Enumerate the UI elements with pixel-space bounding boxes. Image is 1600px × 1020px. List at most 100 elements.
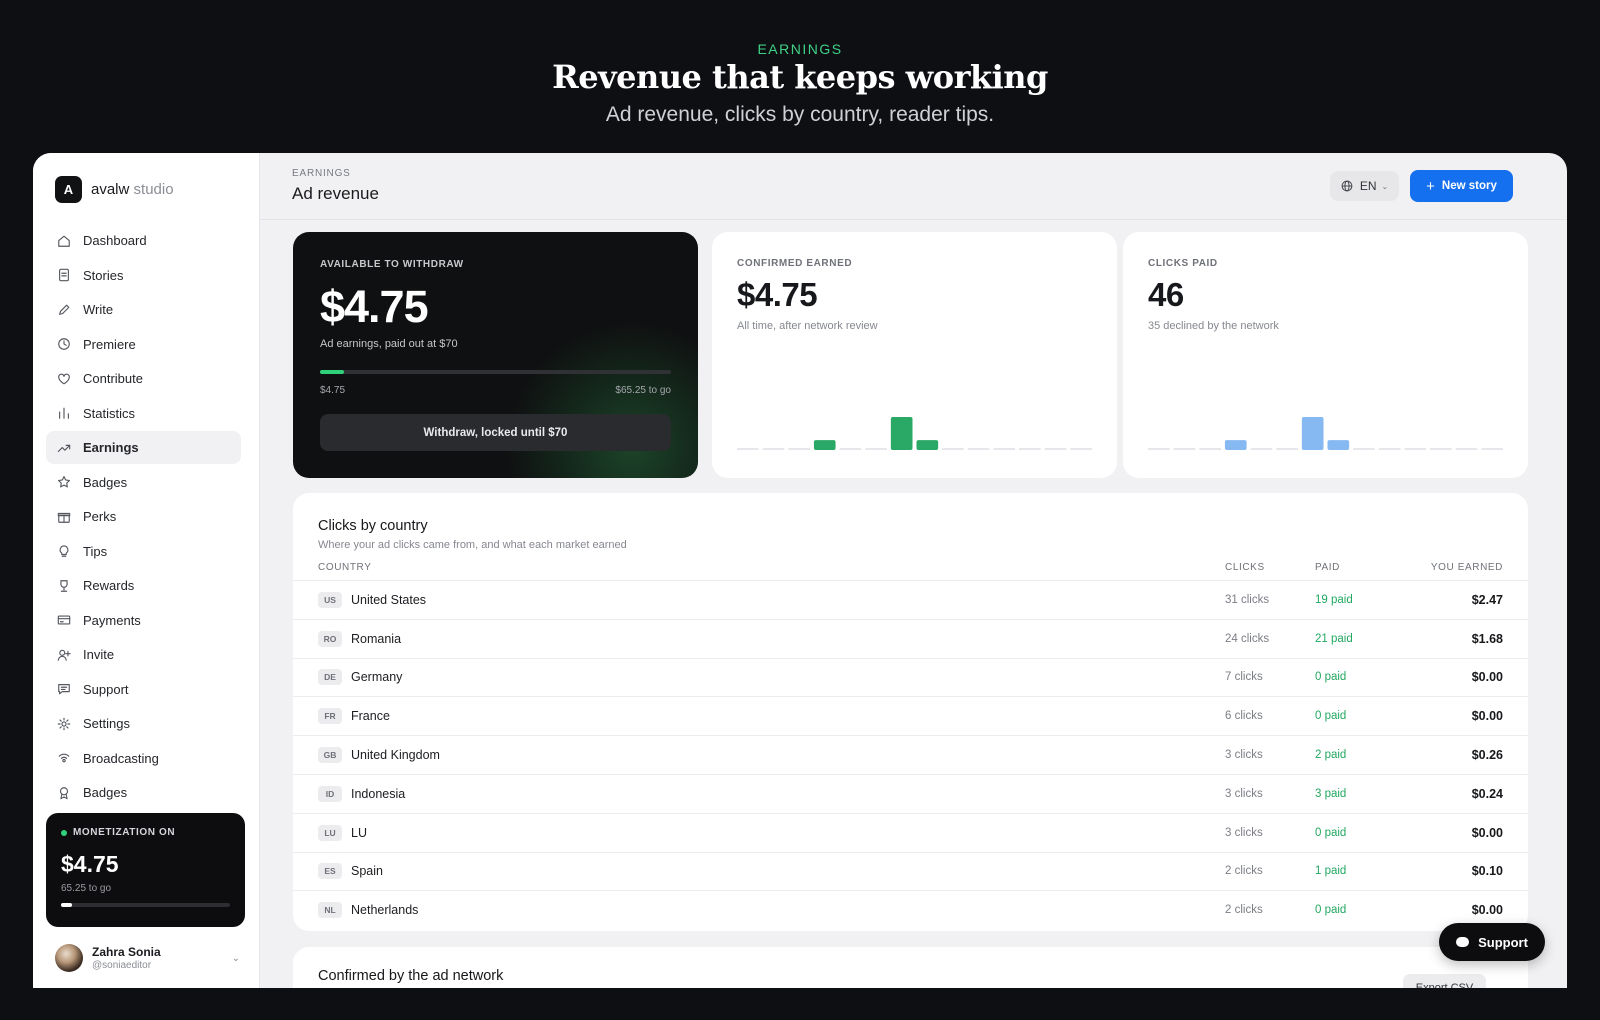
user-menu[interactable]: Zahra Sonia @soniaeditor ⌄ [55, 944, 240, 972]
table-row[interactable]: NL Netherlands 2 clicks 0 paid $0.00 [293, 890, 1528, 929]
withdraw-progress-current: $4.75 [320, 385, 346, 396]
earned-amount: $0.24 [1471, 786, 1503, 801]
sidebar-nav: Dashboard Stories Write Premiere Contribute S… [46, 224, 241, 811]
spark-baseline [1019, 448, 1041, 450]
sidebar-item-support[interactable]: Support [46, 673, 241, 706]
gift-icon [57, 510, 71, 524]
broadcast-icon [57, 751, 71, 765]
star-icon [57, 475, 71, 489]
sidebar-item-payments[interactable]: Payments [46, 604, 241, 637]
sidebar-item-rewards[interactable]: Rewards [46, 569, 241, 602]
hero-kicker: EARNINGS [757, 41, 843, 57]
sidebar-item-label: Badges [83, 474, 128, 490]
confirmed-label: CONFIRMED EARNED [737, 258, 853, 269]
sidebar-item-label: Perks [83, 509, 117, 524]
earned-amount: $0.00 [1471, 670, 1503, 685]
table-row[interactable]: US United States 31 clicks 19 paid $2.47 [293, 580, 1528, 619]
table-row[interactable]: GB United Kingdom 3 clicks 2 paid $0.26 [293, 735, 1528, 774]
monetization-remaining: 65.25 to go [61, 883, 112, 894]
monetization-status: MONETIZATION ON [61, 827, 230, 838]
paid-count: 3 paid [1315, 787, 1347, 800]
table-row[interactable]: FR France 6 clicks 0 paid $0.00 [293, 696, 1528, 735]
confirmed-sparkline [737, 417, 1092, 450]
sidebar-item-settings[interactable]: Settings [46, 707, 241, 740]
monetization-progress-bar [61, 903, 230, 907]
support-chat-button[interactable]: Support [1439, 923, 1545, 961]
column-header-paid[interactable]: PAID [1315, 562, 1340, 573]
paid-count: 0 paid [1315, 671, 1347, 684]
paid-count: 0 paid [1315, 826, 1347, 839]
monetization-label: MONETIZATION ON [73, 827, 176, 838]
sidebar-item-dashboard[interactable]: Dashboard [46, 224, 241, 257]
clicks-count: 6 clicks [1225, 710, 1263, 723]
column-header-clicks[interactable]: CLICKS [1225, 562, 1265, 573]
brand-logo: A [55, 176, 82, 203]
spark-baseline [1199, 448, 1221, 450]
sidebar-item-label: Contribute [83, 371, 143, 386]
sidebar-item-perks[interactable]: Perks [46, 500, 241, 533]
paid-count: 2 paid [1315, 749, 1347, 762]
user-name: Zahra Sonia [92, 945, 161, 959]
sidebar-item-label: Rewards [83, 578, 135, 593]
clicks-by-country-card: Clicks by country Where your ad clicks c… [293, 493, 1528, 931]
brand[interactable]: A avalw studio [55, 176, 174, 203]
sidebar-item-tips[interactable]: Tips [46, 535, 241, 568]
table-row[interactable]: RO Romania 24 clicks 21 paid $1.68 [293, 618, 1528, 658]
brand-name-suffix: studio [133, 181, 174, 198]
language-selector[interactable]: EN ⌄ [1330, 171, 1399, 201]
table-row[interactable]: LU LU 3 clicks 0 paid $0.00 [293, 812, 1528, 852]
country-code-badge: DE [318, 669, 342, 686]
country-name: France [351, 709, 390, 724]
sidebar-item-write[interactable]: Write [46, 293, 241, 326]
country-name: Spain [351, 864, 383, 879]
plus-icon: + [1426, 177, 1435, 195]
country-table-body: US United States 31 clicks 19 paid $2.47 RO Ro… [293, 580, 1528, 929]
country-name: United States [351, 592, 427, 607]
column-header-country[interactable]: COUNTRY [318, 562, 371, 573]
clicks-count: 3 clicks [1225, 749, 1263, 762]
spark-baseline [1250, 448, 1273, 450]
breadcrumb[interactable]: EARNINGS [292, 168, 351, 179]
table-row[interactable]: ID Indonesia 3 clicks 3 paid $0.24 [293, 773, 1528, 813]
withdraw-button[interactable]: Withdraw, locked until $70 [320, 414, 671, 451]
spark-baseline [967, 448, 990, 450]
sidebar-item-contribute[interactable]: Contribute [46, 362, 241, 395]
country-name: LU [351, 825, 367, 840]
sidebar-item-broadcasting[interactable]: Broadcasting [46, 742, 241, 775]
earned-amount: $0.00 [1471, 903, 1503, 918]
clock-icon [57, 337, 71, 351]
sidebar-item-invite[interactable]: Invite [46, 638, 241, 671]
sidebar-item-label: Payments [83, 612, 141, 628]
decorative-glow [507, 323, 698, 478]
withdraw-label: AVAILABLE TO WITHDRAW [320, 259, 464, 270]
confirmed-earned-card: CONFIRMED EARNED $4.75 All time, after n… [712, 232, 1117, 478]
sidebar-item-premiere[interactable]: Premiere [46, 328, 241, 361]
gear-icon [57, 717, 71, 731]
support-label: Support [1478, 934, 1528, 950]
clicks-count: 2 clicks [1225, 904, 1263, 917]
credit-card-icon [57, 613, 71, 627]
country-code-badge: RO [318, 630, 342, 647]
country-name: Netherlands [351, 903, 419, 918]
withdraw-progress-remaining: $65.25 to go [615, 385, 671, 396]
sidebar-item-statistics[interactable]: Statistics [46, 397, 241, 430]
sidebar-item-badges[interactable]: Badges [46, 466, 241, 499]
brand-name: avalw studio [91, 181, 174, 198]
monetization-card[interactable]: MONETIZATION ON $4.75 65.25 to go [46, 813, 245, 927]
earned-amount: $1.68 [1471, 631, 1503, 646]
table-row[interactable]: DE Germany 7 clicks 0 paid $0.00 [293, 657, 1528, 697]
sidebar-item-label: Earnings [83, 440, 139, 455]
table-row[interactable]: ES Spain 2 clicks 1 paid $0.10 [293, 851, 1528, 891]
spark-baseline [1404, 448, 1427, 450]
sidebar-item-stories[interactable]: Stories [46, 259, 241, 292]
column-header-earned[interactable]: YOU EARNED [1431, 562, 1503, 573]
paid-count: 1 paid [1315, 865, 1347, 878]
clicks-count: 24 clicks [1225, 632, 1270, 645]
language-value: EN [1359, 179, 1377, 193]
spark-bar [1301, 417, 1324, 450]
new-story-button[interactable]: + New story [1410, 170, 1513, 202]
chevron-down-icon[interactable]: ⌄ [232, 953, 240, 964]
export-csv-button[interactable]: Export CSV [1403, 974, 1486, 988]
sidebar-item-badges[interactable]: Badges [46, 776, 241, 809]
sidebar-item-earnings[interactable]: Earnings [46, 431, 241, 464]
